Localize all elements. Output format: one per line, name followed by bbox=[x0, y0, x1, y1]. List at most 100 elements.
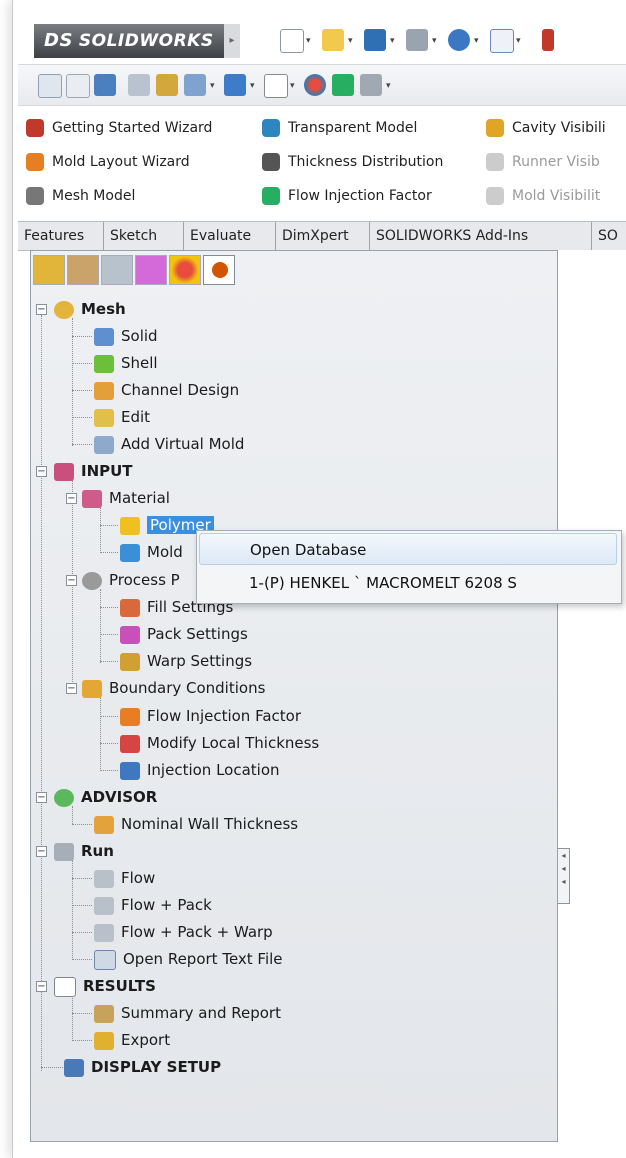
tree-item-results[interactable]: RESULTS bbox=[54, 975, 156, 997]
mold-layout-wizard-button[interactable]: Mold Layout Wizard bbox=[26, 151, 190, 173]
tree-item-solid[interactable]: Solid bbox=[94, 325, 158, 347]
undo-icon[interactable] bbox=[448, 29, 470, 51]
display-style-dropdown-icon[interactable]: ▾ bbox=[250, 81, 255, 91]
undo-dropdown-icon[interactable]: ▾ bbox=[474, 36, 479, 46]
menu-item-recent-material[interactable]: 1-(P) HENKEL ` MACROMELT 6208 S bbox=[199, 567, 617, 599]
tab-sketch[interactable]: Sketch bbox=[104, 222, 184, 250]
expand-material-toggle[interactable]: − bbox=[66, 493, 77, 504]
open-dropdown-icon[interactable]: ▾ bbox=[348, 36, 353, 46]
tree-item-open-report-text-file[interactable]: Open Report Text File bbox=[94, 948, 283, 970]
tree-item-boundary-conditions[interactable]: Boundary Conditions bbox=[82, 677, 265, 699]
logo-menu-arrow-icon[interactable]: ▸ bbox=[224, 24, 240, 58]
command-manager-tabs: Features Sketch Evaluate DimXpert SOLIDW… bbox=[18, 221, 626, 251]
transparent-model-button[interactable]: Transparent Model bbox=[262, 117, 417, 139]
mesh-model-button[interactable]: Mesh Model bbox=[26, 185, 135, 207]
view-orientation-icon[interactable] bbox=[184, 74, 206, 96]
view-settings-dropdown-icon[interactable]: ▾ bbox=[386, 81, 391, 91]
tree-item-flow-injection-factor[interactable]: Flow Injection Factor bbox=[120, 705, 301, 727]
tree-item-modify-local-thickness[interactable]: Modify Local Thickness bbox=[120, 732, 319, 754]
getting-started-wizard-button[interactable]: Getting Started Wizard bbox=[26, 117, 212, 139]
tab-more[interactable]: SO bbox=[592, 222, 626, 250]
results-icon bbox=[54, 976, 76, 997]
mold-visibility-button[interactable]: Mold Visibilit bbox=[486, 185, 600, 207]
menu-item-open-database[interactable]: Open Database bbox=[199, 533, 617, 565]
tree-item-flow[interactable]: Flow bbox=[94, 867, 155, 889]
tree-item-injection-location[interactable]: Injection Location bbox=[120, 759, 280, 781]
view-settings-icon[interactable] bbox=[360, 74, 382, 96]
new-dropdown-icon[interactable]: ▾ bbox=[306, 36, 311, 46]
expand-process-toggle[interactable]: − bbox=[66, 575, 77, 586]
open-folder-icon[interactable] bbox=[322, 29, 344, 51]
tree-item-process-parameters[interactable]: Process P bbox=[82, 569, 180, 591]
apply-scene-icon[interactable] bbox=[332, 74, 354, 96]
input-icon bbox=[54, 462, 74, 481]
expand-mesh-toggle[interactable]: − bbox=[36, 304, 47, 315]
tree-item-warp-settings[interactable]: Warp Settings bbox=[120, 650, 252, 672]
tree-item-input[interactable]: INPUT bbox=[54, 460, 133, 482]
zoom-area-icon[interactable] bbox=[66, 74, 90, 98]
solidworks-logo[interactable]: DS SOLIDWORKS bbox=[34, 24, 224, 58]
edit-appearance-icon[interactable] bbox=[304, 74, 326, 96]
tree-item-mold[interactable]: Mold bbox=[120, 541, 183, 563]
tree-item-export[interactable]: Export bbox=[94, 1029, 170, 1051]
print-icon[interactable] bbox=[406, 29, 428, 51]
propertymanager-tab-icon[interactable] bbox=[67, 255, 99, 285]
new-document-icon[interactable] bbox=[280, 29, 304, 53]
tree-item-pack-settings[interactable]: Pack Settings bbox=[120, 623, 248, 645]
hide-show-items-icon[interactable] bbox=[264, 74, 288, 98]
tree-item-advisor[interactable]: ADVISOR bbox=[54, 786, 157, 808]
featuremanager-tab-icon[interactable] bbox=[33, 255, 65, 285]
tab-evaluate[interactable]: Evaluate bbox=[184, 222, 276, 250]
injection-location-icon bbox=[120, 761, 140, 780]
process-parameters-icon bbox=[82, 571, 102, 590]
previous-view-icon[interactable] bbox=[94, 74, 116, 96]
cavity-visibility-button[interactable]: Cavity Visibili bbox=[486, 117, 606, 139]
tab-features[interactable]: Features bbox=[18, 222, 104, 250]
zoom-to-fit-icon[interactable] bbox=[38, 74, 62, 98]
tree-item-flow-pack[interactable]: Flow + Pack bbox=[94, 894, 212, 916]
tree-item-summary-and-report[interactable]: Summary and Report bbox=[94, 1002, 281, 1024]
tree-item-material[interactable]: Material bbox=[82, 487, 170, 509]
plastics-manager-tab-icon[interactable] bbox=[203, 255, 235, 285]
tree-item-nominal-wall-thickness[interactable]: Nominal Wall Thickness bbox=[94, 813, 298, 835]
save-icon[interactable] bbox=[364, 29, 386, 51]
view-orientation-dropdown-icon[interactable]: ▾ bbox=[210, 81, 215, 91]
tree-item-add-virtual-mold[interactable]: Add Virtual Mold bbox=[94, 433, 244, 455]
print-dropdown-icon[interactable]: ▾ bbox=[432, 36, 437, 46]
tree-item-edit[interactable]: Edit bbox=[94, 406, 150, 428]
thickness-distribution-button[interactable]: Thickness Distribution bbox=[262, 151, 443, 173]
tab-dimxpert[interactable]: DimXpert bbox=[276, 222, 370, 250]
collapse-panel-handle[interactable]: ◂ ◂ ◂ bbox=[558, 848, 570, 904]
display-style-icon[interactable] bbox=[224, 74, 246, 96]
dynamic-annotation-icon[interactable] bbox=[156, 74, 178, 96]
wizard-icon bbox=[26, 119, 44, 137]
graphics-area[interactable] bbox=[558, 250, 626, 1142]
select-dropdown-icon[interactable]: ▾ bbox=[516, 36, 521, 46]
tree-item-shell[interactable]: Shell bbox=[94, 352, 158, 374]
edit-icon bbox=[94, 408, 114, 427]
tree-item-display-setup[interactable]: DISPLAY SETUP bbox=[64, 1056, 221, 1078]
tree-item-run[interactable]: Run bbox=[54, 840, 114, 862]
save-dropdown-icon[interactable]: ▾ bbox=[390, 36, 395, 46]
flow-pack-warp-run-icon bbox=[94, 923, 114, 942]
tree-item-channel-design[interactable]: Channel Design bbox=[94, 379, 239, 401]
hide-show-dropdown-icon[interactable]: ▾ bbox=[290, 81, 295, 91]
expand-run-toggle[interactable]: − bbox=[36, 846, 47, 857]
expand-results-toggle[interactable]: − bbox=[36, 981, 47, 992]
export-icon bbox=[94, 1031, 114, 1050]
display-manager-tab-icon[interactable] bbox=[169, 255, 201, 285]
configurationmanager-tab-icon[interactable] bbox=[101, 255, 133, 285]
expand-boundary-toggle[interactable]: − bbox=[66, 683, 77, 694]
section-view-icon[interactable] bbox=[128, 74, 150, 96]
flow-injection-factor-button[interactable]: Flow Injection Factor bbox=[262, 185, 432, 207]
rebuild-icon[interactable] bbox=[542, 29, 554, 51]
runner-visibility-button[interactable]: Runner Visib bbox=[486, 151, 600, 173]
expand-advisor-toggle[interactable]: − bbox=[36, 792, 47, 803]
tree-item-mesh[interactable]: Mesh bbox=[54, 298, 126, 320]
tree-item-flow-pack-warp[interactable]: Flow + Pack + Warp bbox=[94, 921, 273, 943]
tab-solidworks-add-ins[interactable]: SOLIDWORKS Add-Ins bbox=[370, 222, 592, 250]
dimxpert-manager-tab-icon[interactable] bbox=[135, 255, 167, 285]
mesh-icon bbox=[54, 300, 74, 319]
expand-input-toggle[interactable]: − bbox=[36, 466, 47, 477]
select-pointer-icon[interactable] bbox=[490, 29, 514, 53]
